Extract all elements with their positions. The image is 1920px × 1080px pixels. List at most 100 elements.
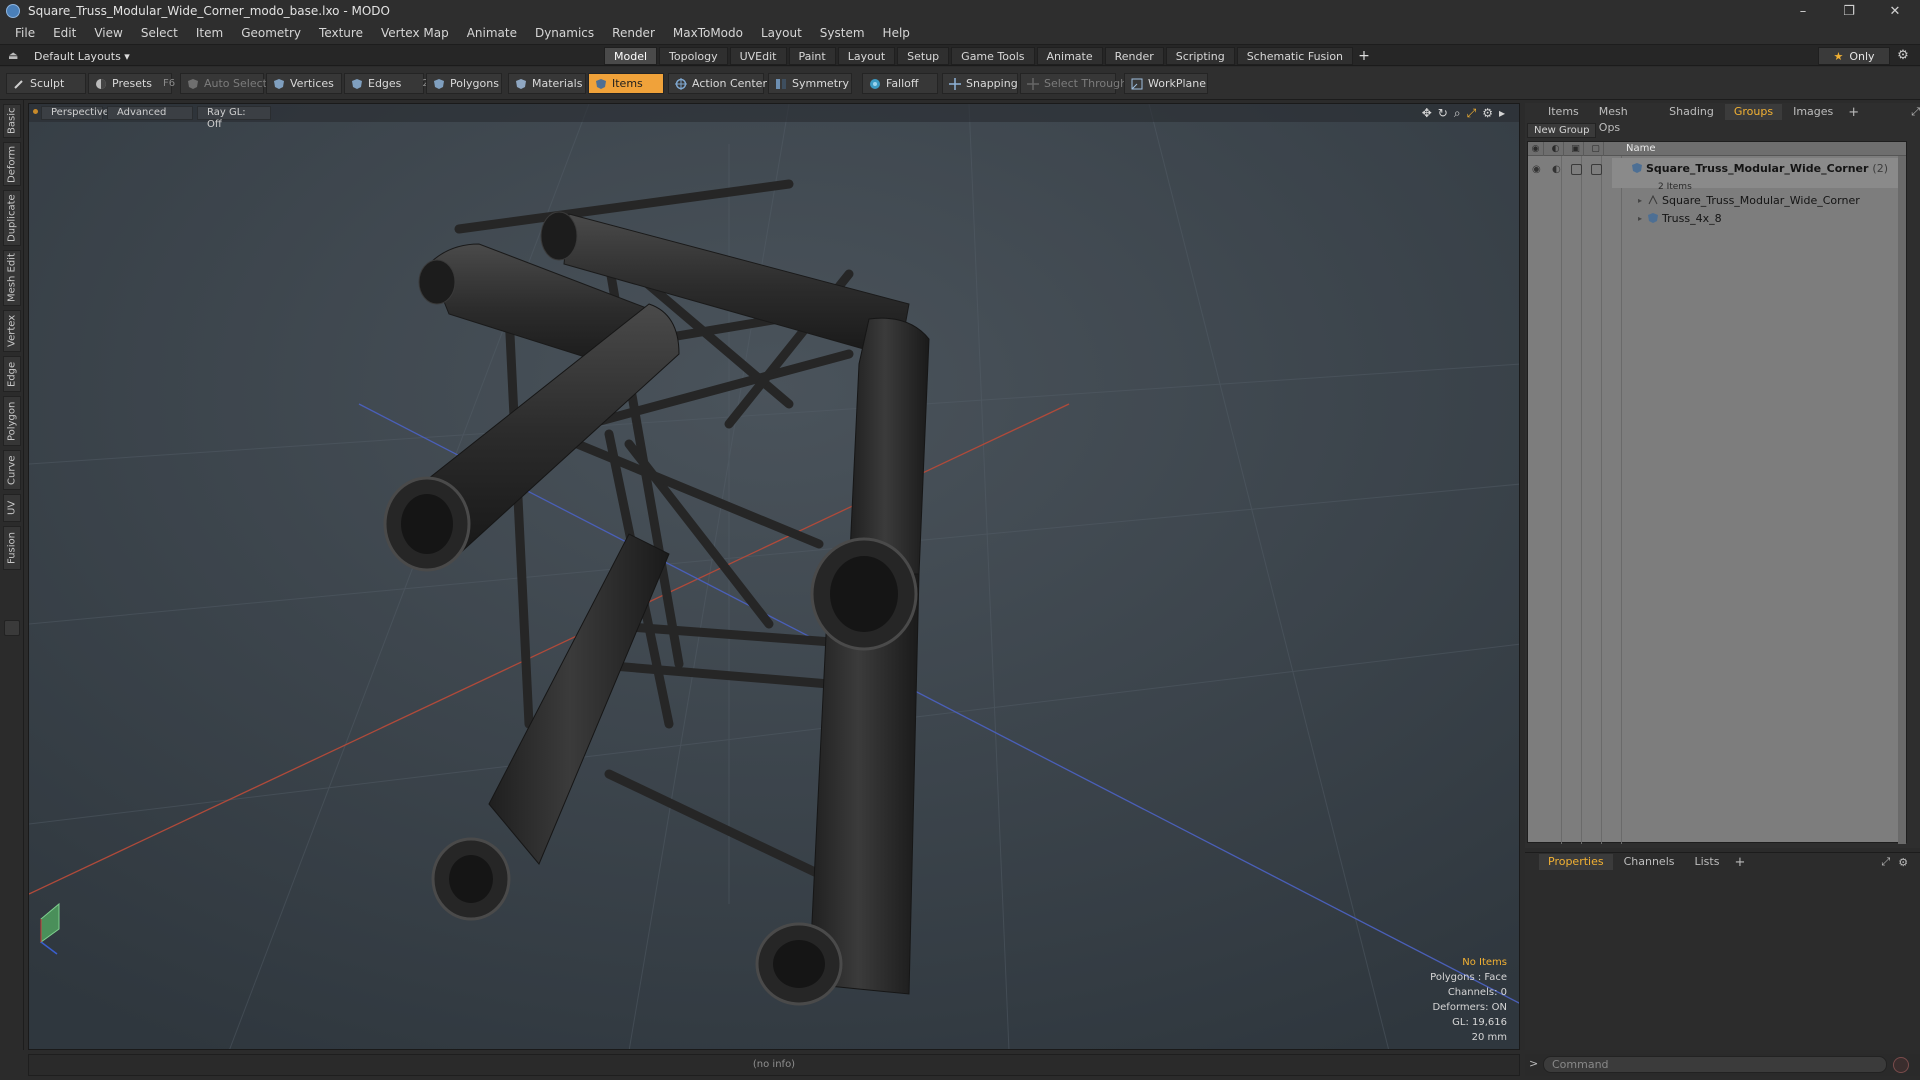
list-item[interactable]: ▸ Truss_4x_8 — [1638, 210, 1722, 226]
vtab-mesh-edit[interactable]: Mesh Edit — [3, 250, 21, 306]
rotate-icon[interactable]: ↻ — [1438, 106, 1448, 121]
vtab-curve[interactable]: Curve — [3, 450, 21, 490]
snapping-button[interactable]: Snapping — [942, 73, 1018, 94]
tab-properties[interactable]: Properties — [1539, 854, 1613, 870]
vtab-uv[interactable]: UV — [3, 494, 21, 522]
vtab-duplicate[interactable]: Duplicate — [3, 190, 21, 246]
tab-uvedit[interactable]: UVEdit — [729, 47, 787, 65]
menu-texture[interactable]: Texture — [310, 26, 372, 40]
menu-render[interactable]: Render — [603, 26, 664, 40]
viewport-options-icon[interactable] — [33, 109, 38, 114]
tab-items[interactable]: Items — [1539, 104, 1588, 120]
command-input[interactable]: Command — [1543, 1056, 1887, 1073]
restore-button[interactable]: ❐ — [1826, 0, 1872, 22]
lock-column-icon[interactable]: ▣ — [1568, 142, 1584, 156]
tab-model[interactable]: Model — [604, 47, 658, 65]
action-center-button[interactable]: Action Center — [668, 73, 767, 94]
tab-render[interactable]: Render — [1104, 47, 1164, 65]
child-item-name: Square_Truss_Modular_Wide_Corner — [1662, 193, 1860, 207]
group-render-toggle[interactable]: ◐ — [1552, 164, 1561, 175]
vtab-basic[interactable]: Basic — [3, 104, 21, 138]
tab-layout[interactable]: Layout — [837, 47, 896, 65]
3d-viewport[interactable]: Perspective Advanced Ray GL: Off ✥ ↻ ⌕ ⤢… — [28, 103, 1520, 1050]
add-panel-tab-button[interactable]: + — [1844, 105, 1863, 120]
only-toggle[interactable]: ★ Only — [1818, 47, 1890, 65]
shading-mode-button[interactable]: Advanced — [107, 106, 193, 120]
view-type-button[interactable]: Perspective — [41, 106, 109, 120]
viewport-expand-icon[interactable]: ▸ — [1499, 106, 1505, 121]
menu-animate[interactable]: Animate — [458, 26, 526, 40]
menu-item[interactable]: Item — [187, 26, 232, 40]
vtab-fusion[interactable]: Fusion — [3, 526, 21, 570]
panel-expand-icon[interactable]: ⤢ — [1911, 105, 1920, 119]
tab-images[interactable]: Images — [1784, 104, 1842, 120]
name-column-header[interactable]: Name — [1626, 142, 1656, 156]
tab-lists[interactable]: Lists — [1686, 854, 1729, 870]
menu-geometry[interactable]: Geometry — [232, 26, 310, 40]
workplane-button[interactable]: WorkPlane — [1124, 73, 1208, 94]
vtab-edge[interactable]: Edge — [3, 356, 21, 392]
tab-paint[interactable]: Paint — [788, 47, 836, 65]
tab-groups[interactable]: Groups — [1724, 104, 1783, 120]
polygons-button[interactable]: Polygons — [426, 73, 502, 94]
edges-button[interactable]: Edges 2 — [344, 73, 429, 94]
materials-button[interactable]: Materials — [508, 73, 586, 94]
properties-settings-icon[interactable]: ⚙ — [1898, 856, 1908, 869]
menu-file[interactable]: File — [6, 26, 44, 40]
fit-icon[interactable]: ⤢ — [1467, 106, 1477, 121]
menu-layout[interactable]: Layout — [752, 26, 811, 40]
group-visibility-toggle[interactable]: ◉ — [1532, 164, 1541, 175]
zoom-icon[interactable]: ⌕ — [1454, 106, 1461, 121]
tab-channels[interactable]: Channels — [1615, 854, 1684, 870]
layout-selector[interactable]: ⏏ Default Layouts ▾ — [8, 47, 130, 65]
symmetry-button[interactable]: Symmetry — [768, 73, 852, 94]
minimize-button[interactable]: – — [1780, 0, 1826, 22]
viewport-settings-icon[interactable]: ⚙ — [1482, 106, 1493, 121]
menu-view[interactable]: View — [85, 26, 131, 40]
vtab-polygon[interactable]: Polygon — [3, 396, 21, 446]
render-column-icon[interactable]: ◐ — [1548, 142, 1564, 156]
items-button[interactable]: Items — [588, 73, 664, 94]
menu-select[interactable]: Select — [132, 26, 187, 40]
group-select-toggle[interactable] — [1591, 164, 1602, 175]
auto-select-button[interactable]: Auto Select — [180, 73, 267, 94]
vtab-deform[interactable]: Deform — [3, 142, 21, 186]
tab-animate[interactable]: Animate — [1036, 47, 1103, 65]
raygl-button[interactable]: Ray GL: Off — [197, 106, 271, 130]
visibility-column-icon[interactable]: ◉ — [1528, 142, 1544, 156]
vertices-button[interactable]: Vertices 1 — [266, 73, 351, 94]
properties-expand-icon[interactable]: ⤢ — [1881, 855, 1890, 869]
gear-icon[interactable]: ⚙ — [1895, 48, 1911, 64]
tab-topology[interactable]: Topology — [659, 47, 728, 65]
collapse-icon[interactable]: ⏏ — [8, 50, 20, 62]
tab-scripting[interactable]: Scripting — [1165, 47, 1235, 65]
falloff-button[interactable]: Falloff — [862, 73, 938, 94]
tab-schematic-fusion[interactable]: Schematic Fusion — [1236, 47, 1354, 65]
tab-shading[interactable]: Shading — [1660, 104, 1723, 120]
vtab-vertex[interactable]: Vertex — [3, 310, 21, 352]
menu-help[interactable]: Help — [874, 26, 919, 40]
presets-button[interactable]: Presets F6 — [88, 73, 175, 94]
menu-vertex-map[interactable]: Vertex Map — [372, 26, 458, 40]
tab-game-tools[interactable]: Game Tools — [951, 47, 1035, 65]
tab-mesh-ops[interactable]: Mesh Ops — [1590, 104, 1658, 134]
menu-maxtomodo[interactable]: MaxToModo — [664, 26, 752, 40]
select-through-button[interactable]: Select Through — [1020, 73, 1127, 94]
group-row[interactable]: Square_Truss_Modular_Wide_Corner (2) — [1632, 160, 1888, 176]
group-lock-toggle[interactable] — [1571, 164, 1582, 175]
add-tab-button[interactable]: + — [1355, 47, 1373, 65]
menu-edit[interactable]: Edit — [44, 26, 85, 40]
menu-system[interactable]: System — [811, 26, 874, 40]
command-history-icon[interactable] — [1893, 1057, 1909, 1073]
list-item[interactable]: ▸ Square_Truss_Modular_Wide_Corner — [1638, 192, 1860, 208]
toggle-palette-button[interactable] — [4, 620, 20, 636]
tab-setup[interactable]: Setup — [897, 47, 950, 65]
group-list-scrollbar[interactable] — [1898, 156, 1906, 844]
select-column-icon[interactable]: ▢ — [1588, 142, 1604, 156]
close-button[interactable]: ✕ — [1872, 0, 1918, 22]
menu-dynamics[interactable]: Dynamics — [526, 26, 603, 40]
sculpt-button[interactable]: Sculpt — [6, 73, 86, 94]
new-group-button[interactable]: New Group — [1527, 123, 1597, 138]
pan-icon[interactable]: ✥ — [1422, 106, 1432, 121]
add-properties-tab-button[interactable]: + — [1730, 855, 1749, 870]
